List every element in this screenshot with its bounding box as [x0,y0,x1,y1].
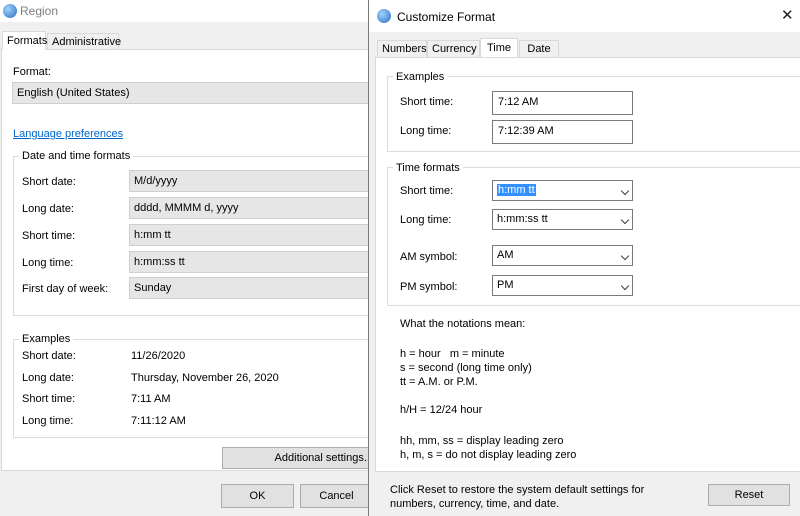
short-date-dropdown[interactable]: M/d/yyyy [129,170,378,192]
long-date-label: Long date: [22,203,74,215]
example-short-date-value: 11/26/2020 [131,350,186,362]
cf-example-long-time-value: 7:12:39 AM [492,120,633,144]
long-time-format-value: h:mm:ss tt [497,213,548,225]
format-dropdown[interactable]: English (United States) [12,82,378,104]
long-time-dropdown[interactable]: h:mm:ss tt [129,251,378,273]
am-symbol-value: AM [497,249,514,261]
customize-title: Customize Format [397,10,496,24]
chevron-down-icon[interactable] [620,251,630,261]
cf-example-short-time-value: 7:12 AM [492,91,633,115]
notation-line: s = second (long time only) [400,362,532,374]
notation-line: h = hour m = minute [400,348,505,360]
first-day-of-week-dropdown[interactable]: Sunday [129,277,378,299]
short-time-format-combobox[interactable]: h:mm tt [492,180,633,201]
first-day-of-week-label: First day of week: [22,283,109,295]
format-label: Format: [13,66,51,78]
tab-administrative[interactable]: Administrative [47,33,121,50]
short-date-label: Short date: [22,176,76,188]
example-long-time-label: Long time: [22,415,74,427]
ok-button[interactable]: OK [221,484,294,508]
pm-symbol-label: PM symbol: [400,281,458,293]
time-formats-legend: Time formats [393,162,463,174]
example-long-time-value: 7:11:12 AM [131,415,186,427]
example-short-date-label: Short date: [22,350,76,362]
long-date-dropdown[interactable]: dddd, MMMM d, yyyy [129,197,378,219]
am-symbol-combobox[interactable]: AM [492,245,633,266]
tab-date[interactable]: Date [519,40,559,57]
example-long-date-value: Thursday, November 26, 2020 [131,372,279,384]
example-long-date-label: Long date: [22,372,74,384]
additional-settings-button[interactable]: Additional settings... [222,447,378,469]
tab-time[interactable]: Time [480,38,518,57]
reset-note-line-1: Click Reset to restore the system defaul… [390,484,645,496]
region-title: Region [20,4,59,18]
long-time-format-combobox[interactable]: h:mm:ss tt [492,209,633,230]
short-time-dropdown[interactable]: h:mm tt [129,224,378,246]
example-short-time-label: Short time: [22,393,76,405]
am-symbol-label: AM symbol: [400,251,458,263]
region-window: Region Formats Administrative Format: En… [0,0,378,516]
customize-examples-legend: Examples [393,71,448,83]
long-time-label: Long time: [22,257,74,269]
tab-currency[interactable]: Currency [427,40,480,57]
notations-title: What the notations mean: [400,318,526,330]
close-icon[interactable]: ✕ [781,6,794,24]
short-time-format-value: h:mm tt [497,184,536,196]
pm-symbol-value: PM [497,279,514,291]
chevron-down-icon[interactable] [620,215,630,225]
chevron-down-icon[interactable] [620,186,630,196]
example-short-time-value: 7:11 AM [131,393,171,405]
globe-icon [377,9,391,23]
tab-numbers[interactable]: Numbers [377,40,427,57]
pm-symbol-combobox[interactable]: PM [492,275,633,296]
date-time-formats-legend: Date and time formats [19,150,134,162]
cf-example-short-time-label: Short time: [400,96,454,108]
notation-line: h, m, s = do not display leading zero [400,449,577,461]
short-time-label: Short time: [22,230,76,242]
cf-long-time-label: Long time: [400,214,452,226]
notation-line: hh, mm, ss = display leading zero [400,435,564,447]
region-examples-legend: Examples [19,333,74,345]
cancel-button[interactable]: Cancel [300,484,373,508]
reset-note-line-2: numbers, currency, time, and date. [390,498,560,510]
cf-short-time-label: Short time: [400,185,454,197]
notation-line: tt = A.M. or P.M. [400,376,478,388]
notations-block: h = hour m = minute s = second (long tim… [400,347,532,389]
cf-example-long-time-label: Long time: [400,125,452,137]
reset-note: Click Reset to restore the system defaul… [390,483,644,511]
notation-line: h/H = 12/24 hour [400,404,483,416]
language-preferences-link[interactable]: Language preferences [13,128,123,140]
region-titlebar: Region [0,0,378,22]
customize-format-dialog: Customize Format ✕ Numbers Currency Time… [368,0,800,516]
globe-icon [3,4,17,18]
notations-block-2: hh, mm, ss = display leading zero h, m, … [400,434,576,462]
tab-formats[interactable]: Formats [2,31,47,50]
reset-button[interactable]: Reset [708,484,790,506]
chevron-down-icon[interactable] [620,281,630,291]
